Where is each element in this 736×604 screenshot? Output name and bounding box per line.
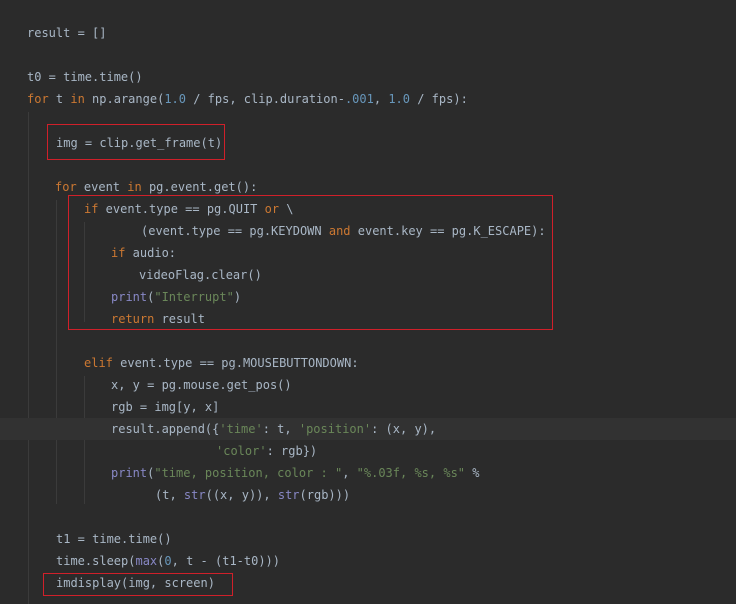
code-token: (event.type == pg.KEYDOWN <box>141 224 329 238</box>
code-token: 1.0 <box>164 92 186 106</box>
code-token: t1 = time.time() <box>56 532 172 546</box>
code-token: in <box>70 92 85 106</box>
code-line[interactable]: if event.type == pg.QUIT or \ <box>0 198 736 220</box>
code-token: t0 = time.time() <box>27 70 143 84</box>
code-token: ((x, y)), <box>205 488 278 502</box>
code-token: img = clip.get_frame(t) <box>56 136 223 150</box>
code-token: (t, <box>155 488 184 502</box>
code-token: .001 <box>344 92 374 106</box>
code-token: 'position' <box>298 422 372 436</box>
code-line[interactable]: for t in np.arange(1.0 / fps, clip.durat… <box>0 88 736 110</box>
code-line[interactable] <box>0 506 736 528</box>
code-token: : (x, y), <box>371 422 437 436</box>
code-token: result = [] <box>27 26 107 40</box>
code-token: "Interrupt" <box>154 290 234 304</box>
code-token: / fps): <box>410 92 468 106</box>
code-line[interactable]: for event in pg.event.get(): <box>0 176 736 198</box>
code-line[interactable]: x, y = pg.mouse.get_pos() <box>0 374 736 396</box>
code-token: \ <box>279 202 294 216</box>
code-token: for <box>27 92 49 106</box>
code-token: audio: <box>125 246 177 260</box>
code-token: event.key == pg.K_ESCAPE): <box>350 224 546 238</box>
code-token: and <box>328 224 351 238</box>
code-token: result <box>154 312 205 326</box>
code-token: % <box>465 466 480 480</box>
code-line[interactable]: elif event.type == pg.MOUSEBUTTONDOWN: <box>0 352 736 374</box>
code-line[interactable]: img = clip.get_frame(t) <box>0 132 736 154</box>
code-token: event <box>76 180 128 194</box>
code-token: 'time' <box>219 422 263 436</box>
code-token: 0 <box>164 554 172 568</box>
code-token: : rgb}) <box>266 444 318 458</box>
code-editor[interactable]: result = [] t0 = time.time() for t in np.a… <box>0 0 736 604</box>
code-token: (rgb))) <box>299 488 351 502</box>
code-line[interactable]: t1 = time.time() <box>0 528 736 550</box>
code-token: pg.event.get(): <box>141 180 258 194</box>
code-token: in <box>127 180 142 194</box>
code-line[interactable]: (t, str((x, y)), str(rgb))) <box>0 484 736 506</box>
code-token: videoFlag.clear() <box>139 268 262 282</box>
code-line[interactable]: t0 = time.time() <box>0 66 736 88</box>
code-line[interactable]: rgb = img[y, x] <box>0 396 736 418</box>
code-token: ) <box>233 290 242 304</box>
code-token: x, y = pg.mouse.get_pos() <box>111 378 292 392</box>
code-line[interactable] <box>0 154 736 176</box>
code-token: str <box>183 488 206 502</box>
code-token: "time, position, color : " <box>154 466 343 480</box>
code-token: "%.03f, %s, %s" <box>356 466 466 480</box>
code-token: time.sleep( <box>56 554 136 568</box>
code-token: max <box>135 554 158 568</box>
code-line[interactable]: if audio: <box>0 242 736 264</box>
code-token: print <box>111 290 148 304</box>
code-line[interactable]: print("Interrupt") <box>0 286 736 308</box>
code-line[interactable]: return result <box>0 308 736 330</box>
code-token: 1.0 <box>388 92 410 106</box>
code-token: return <box>111 312 155 326</box>
code-token: if <box>111 246 126 260</box>
code-token: event.type == pg.MOUSEBUTTONDOWN: <box>112 356 359 370</box>
code-line[interactable]: videoFlag.clear() <box>0 264 736 286</box>
code-line[interactable]: (event.type == pg.KEYDOWN and event.key … <box>0 220 736 242</box>
code-token: , t - (t1-t0))) <box>171 554 281 568</box>
code-token: print <box>111 466 148 480</box>
code-line[interactable] <box>0 110 736 132</box>
code-line[interactable]: time.sleep(max(0, t - (t1-t0))) <box>0 550 736 572</box>
code-token: , <box>342 466 357 480</box>
code-token: elif <box>84 356 113 370</box>
code-token: 'color' <box>216 444 267 458</box>
code-token: or <box>264 202 280 216</box>
code-token: result.append({ <box>111 422 220 436</box>
code-line[interactable]: 'color': rgb}) <box>0 440 736 462</box>
code-token: np.arange( <box>84 92 165 106</box>
code-token: rgb = img[y, x] <box>111 400 220 414</box>
code-line[interactable]: result.append({'time': t, 'position': (x… <box>0 418 736 440</box>
code-token: event.type == pg.QUIT <box>98 202 265 216</box>
code-token: t <box>48 92 71 106</box>
code-token: for <box>55 180 77 194</box>
code-line[interactable] <box>0 330 736 352</box>
code-line[interactable]: print("time, position, color : ", "%.03f… <box>0 462 736 484</box>
code-token: str <box>277 488 300 502</box>
code-line[interactable]: result = [] <box>0 22 736 44</box>
code-line[interactable]: imdisplay(img, screen) <box>0 572 736 594</box>
code-token: : t, <box>262 422 299 436</box>
code-token: / fps, clip.duration- <box>186 92 345 106</box>
code-token: imdisplay(img, screen) <box>56 576 215 590</box>
code-token: , <box>373 92 389 106</box>
code-token: if <box>84 202 99 216</box>
